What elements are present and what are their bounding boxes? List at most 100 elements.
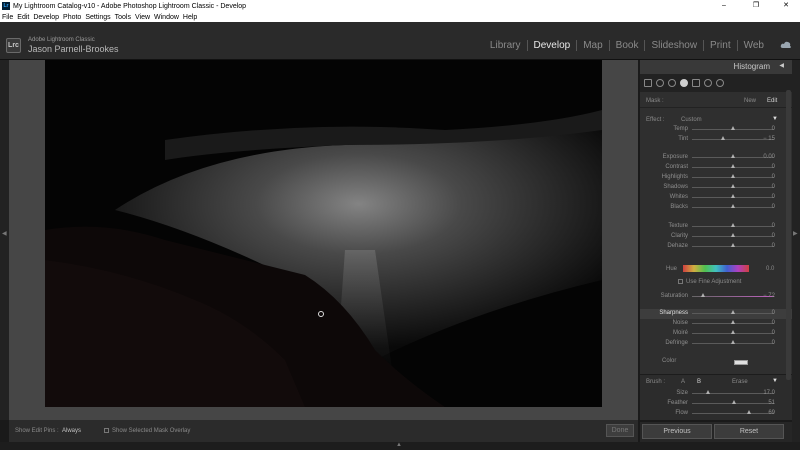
effect-preset-select[interactable]: Custom (681, 117, 702, 123)
module-book[interactable]: Book (610, 40, 646, 51)
module-print[interactable]: Print (704, 40, 738, 51)
slider-thumb[interactable] (731, 204, 735, 208)
slider-value[interactable]: − 72 (763, 293, 775, 299)
previous-button[interactable]: Previous (642, 424, 712, 439)
histogram-header[interactable]: Histogram ◀ (640, 60, 792, 74)
menu-edit[interactable]: Edit (17, 14, 29, 21)
slider-track[interactable] (692, 184, 774, 188)
slider-moir[interactable]: Moiré 0 (640, 329, 792, 339)
slider-track[interactable] (692, 310, 774, 314)
menu-view[interactable]: View (135, 14, 150, 21)
brush-slider-feather[interactable]: Feather 51 (640, 399, 792, 409)
slider-thumb[interactable] (731, 320, 735, 324)
module-map[interactable]: Map (577, 40, 610, 51)
slider-value[interactable]: 0 (772, 164, 775, 170)
slider-value[interactable]: 69 (768, 410, 775, 416)
menu-file[interactable]: File (2, 14, 13, 21)
panel-scrollbar[interactable] (786, 90, 791, 380)
slider-value[interactable]: 51 (768, 400, 775, 406)
slider-whites[interactable]: Whites 0 (640, 193, 792, 203)
maximize-button[interactable]: ❐ (742, 0, 770, 12)
slider-thumb[interactable] (731, 164, 735, 168)
slider-contrast[interactable]: Contrast 0 (640, 163, 792, 173)
slider-value[interactable]: 0 (772, 340, 775, 346)
slider-track[interactable] (692, 243, 774, 247)
minimize-button[interactable]: – (710, 0, 738, 12)
slider-thumb[interactable] (731, 223, 735, 227)
filmstrip-toggle-bar[interactable]: ▲ (0, 442, 800, 450)
slider-value[interactable]: 0 (772, 184, 775, 190)
hue-value[interactable]: 0.0 (766, 266, 774, 272)
right-panel-toggle[interactable]: ▶ (792, 60, 800, 442)
menu-tools[interactable]: Tools (115, 14, 131, 21)
module-web[interactable]: Web (738, 40, 770, 51)
slider-track[interactable] (692, 400, 774, 404)
menu-develop[interactable]: Develop (33, 14, 59, 21)
slider-track[interactable] (692, 154, 774, 158)
slider-exposure[interactable]: Exposure 0.00 (640, 153, 792, 163)
slider-value[interactable]: 0 (772, 194, 775, 200)
slider-highlights[interactable]: Highlights 0 (640, 173, 792, 183)
slider-track[interactable] (692, 194, 774, 198)
image-canvas[interactable] (9, 60, 638, 420)
slider-value[interactable]: 0 (772, 330, 775, 336)
slider-track[interactable] (692, 330, 774, 334)
slider-thumb[interactable] (731, 154, 735, 158)
slider-track[interactable] (692, 390, 774, 394)
menu-window[interactable]: Window (154, 14, 179, 21)
brush-erase-button[interactable]: Erase (732, 379, 748, 385)
slider-value[interactable]: 0 (772, 174, 775, 180)
slider-thumb[interactable] (731, 194, 735, 198)
slider-sharpness[interactable]: Sharpness 0 (640, 309, 792, 319)
slider-value[interactable]: 0 (772, 233, 775, 239)
slider-value[interactable]: 0.00 (763, 154, 775, 160)
slider-clarity[interactable]: Clarity 0 (640, 232, 792, 242)
red-eye-tool-icon[interactable] (668, 79, 676, 87)
brush-b-button[interactable]: B (697, 379, 701, 385)
slider-thumb[interactable] (731, 310, 735, 314)
graduated-filter-icon[interactable] (692, 79, 700, 87)
photo-preview[interactable] (45, 60, 602, 407)
slider-track[interactable] (692, 164, 774, 168)
slider-texture[interactable]: Texture 0 (640, 222, 792, 232)
slider-thumb[interactable] (731, 330, 735, 334)
slider-thumb[interactable] (731, 126, 735, 130)
slider-thumb[interactable] (731, 243, 735, 247)
radial-filter-icon[interactable] (704, 79, 712, 87)
slider-thumb[interactable] (721, 136, 726, 140)
range-mask-icon[interactable] (716, 79, 724, 87)
done-button[interactable]: Done (606, 424, 634, 437)
slider-tint[interactable]: Tint − 15 (640, 135, 792, 145)
slider-track[interactable] (692, 204, 774, 208)
menu-help[interactable]: Help (183, 14, 197, 21)
slider-thumb[interactable] (731, 174, 735, 178)
menu-photo[interactable]: Photo (63, 14, 81, 21)
cloud-sync-icon[interactable] (780, 40, 792, 50)
slider-value[interactable]: − 15 (763, 136, 775, 142)
module-slideshow[interactable]: Slideshow (645, 40, 705, 51)
slider-thumb[interactable] (706, 390, 711, 394)
slider-track[interactable] (692, 174, 774, 178)
slider-track[interactable] (692, 293, 774, 297)
slider-thumb[interactable] (746, 410, 751, 414)
slider-blacks[interactable]: Blacks 0 (640, 203, 792, 213)
show-edit-pins-select[interactable]: Always (62, 428, 81, 434)
slider-value[interactable]: 0 (772, 320, 775, 326)
slider-thumb[interactable] (731, 233, 735, 237)
slider-track[interactable] (692, 136, 774, 140)
effect-dropdown-icon[interactable]: ▼ (772, 116, 778, 122)
color-swatch[interactable] (734, 360, 748, 365)
slider-defringe[interactable]: Defringe 0 (640, 339, 792, 349)
slider-thumb[interactable] (731, 400, 736, 404)
collapse-icon[interactable]: ◀ (779, 62, 784, 69)
slider-thumb[interactable] (731, 340, 735, 344)
slider-temp[interactable]: Temp 0 (640, 125, 792, 135)
module-library[interactable]: Library (484, 40, 528, 51)
slider-value[interactable]: 0 (772, 204, 775, 210)
reset-button[interactable]: Reset (714, 424, 784, 439)
brush-slider-size[interactable]: Size 17.0 (640, 389, 792, 399)
slider-dehaze[interactable]: Dehaze 0 (640, 242, 792, 252)
show-overlay-checkbox[interactable] (104, 428, 109, 433)
crop-tool-icon[interactable] (644, 79, 652, 87)
slider-track[interactable] (692, 410, 774, 414)
